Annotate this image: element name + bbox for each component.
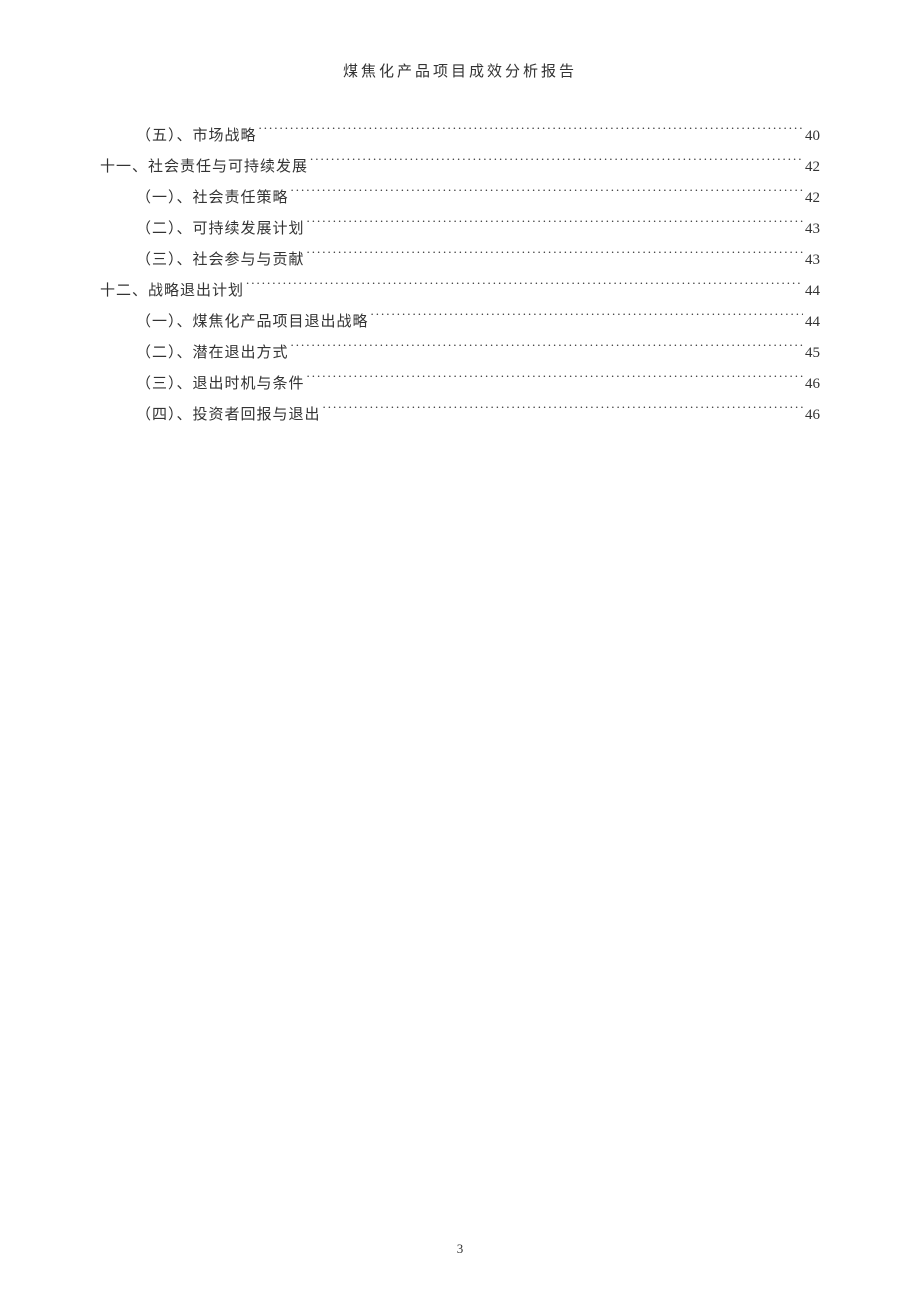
toc-entry: （二）、潜在退出方式 45 xyxy=(100,338,820,368)
toc-label: （二）、潜在退出方式 xyxy=(136,338,289,368)
toc-label: （四）、投资者回报与退出 xyxy=(136,400,321,430)
document-page: 煤焦化产品项目成效分析报告 （五）、市场战略 40 十一、社会责任与可持续发展 … xyxy=(0,0,920,1302)
toc-entry: 十二、战略退出计划 44 xyxy=(100,276,820,306)
toc-page-number: 40 xyxy=(805,121,820,151)
table-of-contents: （五）、市场战略 40 十一、社会责任与可持续发展 42 （一）、社会责任策略 … xyxy=(100,121,820,430)
toc-entry: （三）、退出时机与条件 46 xyxy=(100,369,820,399)
toc-leader xyxy=(307,249,803,264)
toc-page-number: 46 xyxy=(805,369,820,399)
toc-entry: （五）、市场战略 40 xyxy=(100,121,820,151)
toc-leader xyxy=(307,373,803,388)
toc-page-number: 43 xyxy=(805,214,820,244)
toc-entry: 十一、社会责任与可持续发展 42 xyxy=(100,152,820,182)
toc-label: （三）、社会参与与贡献 xyxy=(136,245,305,275)
toc-leader xyxy=(307,218,803,233)
toc-page-number: 43 xyxy=(805,245,820,275)
page-footer-number: 3 xyxy=(0,1241,920,1257)
toc-page-number: 46 xyxy=(805,400,820,430)
toc-entry: （四）、投资者回报与退出 46 xyxy=(100,400,820,430)
toc-page-number: 42 xyxy=(805,152,820,182)
toc-label: 十二、战略退出计划 xyxy=(100,276,244,306)
toc-leader xyxy=(246,280,803,295)
toc-leader xyxy=(259,125,803,140)
toc-leader xyxy=(371,311,803,326)
toc-page-number: 42 xyxy=(805,183,820,213)
toc-entry: （一）、煤焦化产品项目退出战略 44 xyxy=(100,307,820,337)
toc-page-number: 45 xyxy=(805,338,820,368)
toc-page-number: 44 xyxy=(805,276,820,306)
toc-entry: （一）、社会责任策略 42 xyxy=(100,183,820,213)
toc-leader xyxy=(291,187,803,202)
toc-page-number: 44 xyxy=(805,307,820,337)
toc-label: （一）、社会责任策略 xyxy=(136,183,289,213)
toc-leader xyxy=(310,156,803,171)
page-header-title: 煤焦化产品项目成效分析报告 xyxy=(100,60,820,81)
toc-leader xyxy=(323,404,803,419)
toc-leader xyxy=(291,342,803,357)
toc-entry: （二）、可持续发展计划 43 xyxy=(100,214,820,244)
toc-entry: （三）、社会参与与贡献 43 xyxy=(100,245,820,275)
toc-label: 十一、社会责任与可持续发展 xyxy=(100,152,308,182)
toc-label: （五）、市场战略 xyxy=(136,121,257,151)
toc-label: （一）、煤焦化产品项目退出战略 xyxy=(136,307,369,337)
toc-label: （三）、退出时机与条件 xyxy=(136,369,305,399)
toc-label: （二）、可持续发展计划 xyxy=(136,214,305,244)
